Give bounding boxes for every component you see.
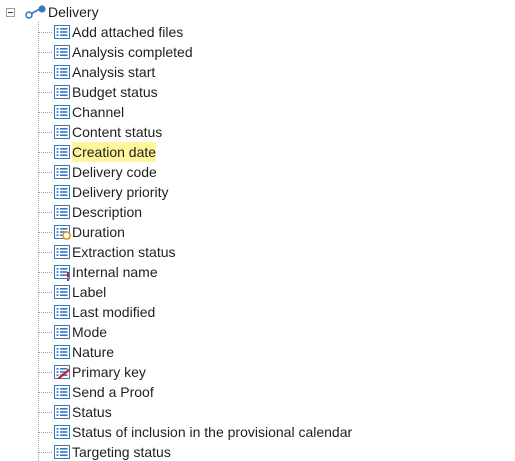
- tree-branch-line: [38, 71, 52, 73]
- tree-item[interactable]: Analysis completed: [38, 42, 193, 62]
- field-list-icon: [54, 65, 70, 79]
- tree-item[interactable]: Description: [38, 202, 142, 222]
- calculated-field-icon: [54, 225, 71, 240]
- tree-branch-line: [38, 291, 52, 293]
- tree-item[interactable]: Add attached files: [38, 22, 183, 42]
- tree-branch-line: [38, 371, 52, 373]
- tree-item[interactable]: Last modified: [38, 302, 155, 322]
- tree-item[interactable]: Label: [38, 282, 106, 302]
- primary-key-icon: [54, 365, 70, 379]
- tree-branch-line: [38, 211, 52, 213]
- tree-branch-line: [38, 331, 52, 333]
- field-list-icon: [54, 85, 70, 99]
- tree-item[interactable]: Creation date: [38, 142, 157, 162]
- tree-branch-line: [38, 151, 52, 153]
- field-list-icon: [54, 425, 70, 439]
- tree-item-label: Send a Proof: [72, 384, 154, 400]
- tree-item[interactable]: Channel: [38, 102, 124, 122]
- tree-item-label: Mode: [72, 324, 108, 340]
- tree-item-label: Label: [72, 284, 107, 300]
- field-list-icon: [54, 285, 70, 299]
- tree-item-label: Analysis start: [72, 64, 156, 80]
- tree-item-label: Status of inclusion in the provisional c…: [72, 424, 353, 440]
- mandatory-badge-icon: [66, 272, 70, 282]
- tree-branch-line: [38, 171, 52, 173]
- calculated-badge-icon: [62, 231, 71, 240]
- tree-branch-line: [38, 111, 52, 113]
- field-list-icon: [54, 185, 70, 199]
- tree-item-label: Status: [72, 404, 112, 420]
- field-list-icon: [54, 325, 70, 339]
- tree-root-label: Delivery: [48, 4, 99, 20]
- tree-branch-line: [38, 311, 52, 313]
- tree-branch-line: [38, 231, 52, 233]
- tree-branch-line: [38, 191, 52, 193]
- tree-branch-line: [38, 431, 52, 433]
- tree-item-label: Targeting status: [72, 444, 171, 460]
- field-list-icon: [54, 145, 70, 159]
- tree-branch-line: [38, 391, 52, 393]
- tree-branch-line: [38, 31, 52, 33]
- tree-item-label: Budget status: [72, 84, 158, 100]
- tree-branch-line: [38, 251, 52, 253]
- tree-root-delivery[interactable]: Delivery: [6, 2, 99, 22]
- tree-branch-line: [38, 271, 52, 273]
- tree-branch-line: [38, 131, 52, 133]
- tree-item[interactable]: Internal name: [38, 262, 158, 282]
- field-tree: Delivery Add attached files Analysis comp…: [0, 0, 515, 461]
- field-list-icon: [54, 165, 70, 179]
- tree-branch-line: [38, 91, 52, 93]
- field-list-icon: [54, 105, 70, 119]
- tree-item-label: Internal name: [72, 264, 158, 280]
- tree-branch-line: [38, 351, 52, 353]
- field-list-icon: [54, 305, 70, 319]
- tree-item[interactable]: Mode: [38, 322, 107, 342]
- tree-item[interactable]: Analysis start: [38, 62, 155, 82]
- tree-item-label: Duration: [72, 224, 125, 240]
- tree-item[interactable]: Delivery priority: [38, 182, 168, 202]
- field-list-icon: [54, 385, 70, 399]
- field-list-icon: [54, 125, 70, 139]
- tree-item-label: Primary key: [72, 364, 146, 380]
- tree-item-label: Delivery priority: [72, 184, 169, 200]
- tree-item[interactable]: Nature: [38, 342, 114, 362]
- tree-branch-line: [38, 411, 52, 413]
- tree-item[interactable]: Duration: [38, 222, 125, 242]
- tree-item[interactable]: Targeting status: [38, 442, 171, 461]
- tree-item-label: Description: [72, 204, 143, 220]
- tree-item[interactable]: Budget status: [38, 82, 158, 102]
- tree-item-label: Extraction status: [72, 244, 176, 260]
- tree-item[interactable]: Delivery code: [38, 162, 157, 182]
- tree-branch-line: [38, 51, 52, 53]
- tree-item-label: Delivery code: [72, 164, 157, 180]
- collapse-toggle-icon[interactable]: [6, 7, 15, 17]
- tree-item[interactable]: Send a Proof: [38, 382, 154, 402]
- field-list-icon: [54, 445, 70, 459]
- field-list-icon: [54, 25, 70, 39]
- tree-item-label: Creation date: [72, 142, 157, 162]
- tree-branch-line: [38, 451, 52, 453]
- field-list-icon: [54, 345, 70, 359]
- field-list-icon: [54, 205, 70, 219]
- tree-item-label: Last modified: [72, 304, 156, 320]
- tree-item[interactable]: Content status: [38, 122, 162, 142]
- link-icon: [25, 5, 47, 19]
- tree-item-label: Add attached files: [72, 24, 184, 40]
- tree-item-label: Channel: [72, 104, 125, 120]
- field-list-icon: [54, 45, 70, 59]
- tree-item[interactable]: Status: [38, 402, 112, 422]
- tree-item[interactable]: Status of inclusion in the provisional c…: [38, 422, 352, 442]
- field-list-icon: [54, 405, 70, 419]
- tree-item[interactable]: Extraction status: [38, 242, 176, 262]
- tree-item[interactable]: Primary key: [38, 362, 146, 382]
- key-badge-icon: [58, 369, 70, 379]
- tree-item-label: Analysis completed: [72, 44, 193, 60]
- tree-item-label: Content status: [72, 124, 163, 140]
- mandatory-field-icon: [54, 265, 70, 282]
- field-list-icon: [54, 245, 70, 259]
- tree-item-label: Nature: [72, 344, 115, 360]
